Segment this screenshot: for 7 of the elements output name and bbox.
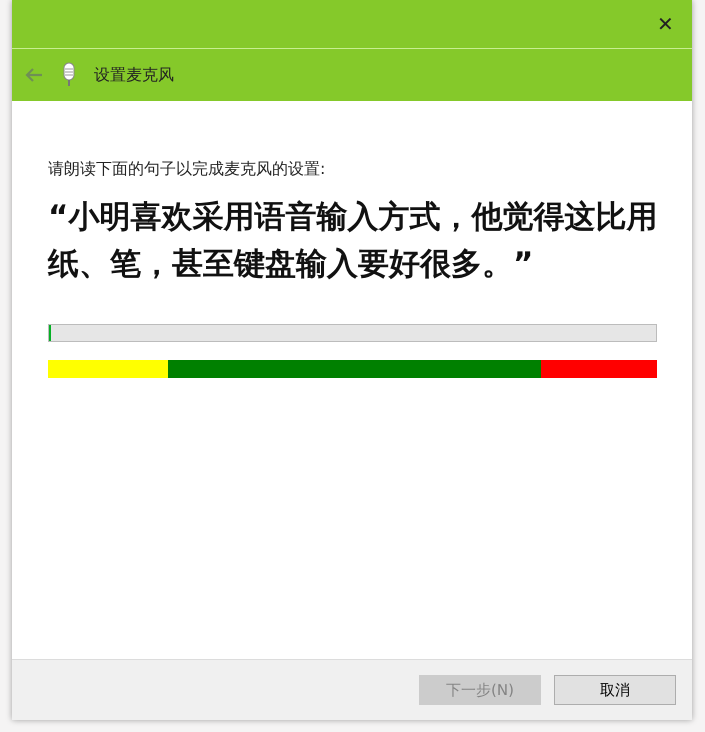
sample-sentence: “小明喜欢采用语音输入方式，他觉得这比用纸、笔，甚至键盘输入要好很多。” [48,198,658,284]
dialog-title: 设置麦克风 [94,64,174,86]
instruction-text: 请朗读下面的句子以完成麦克风的设置: [48,159,326,180]
close-button[interactable]: ✕ [653,12,678,36]
back-arrow-icon[interactable] [24,67,44,83]
cancel-button[interactable]: 取消 [554,675,676,705]
microphone-icon [62,62,76,88]
